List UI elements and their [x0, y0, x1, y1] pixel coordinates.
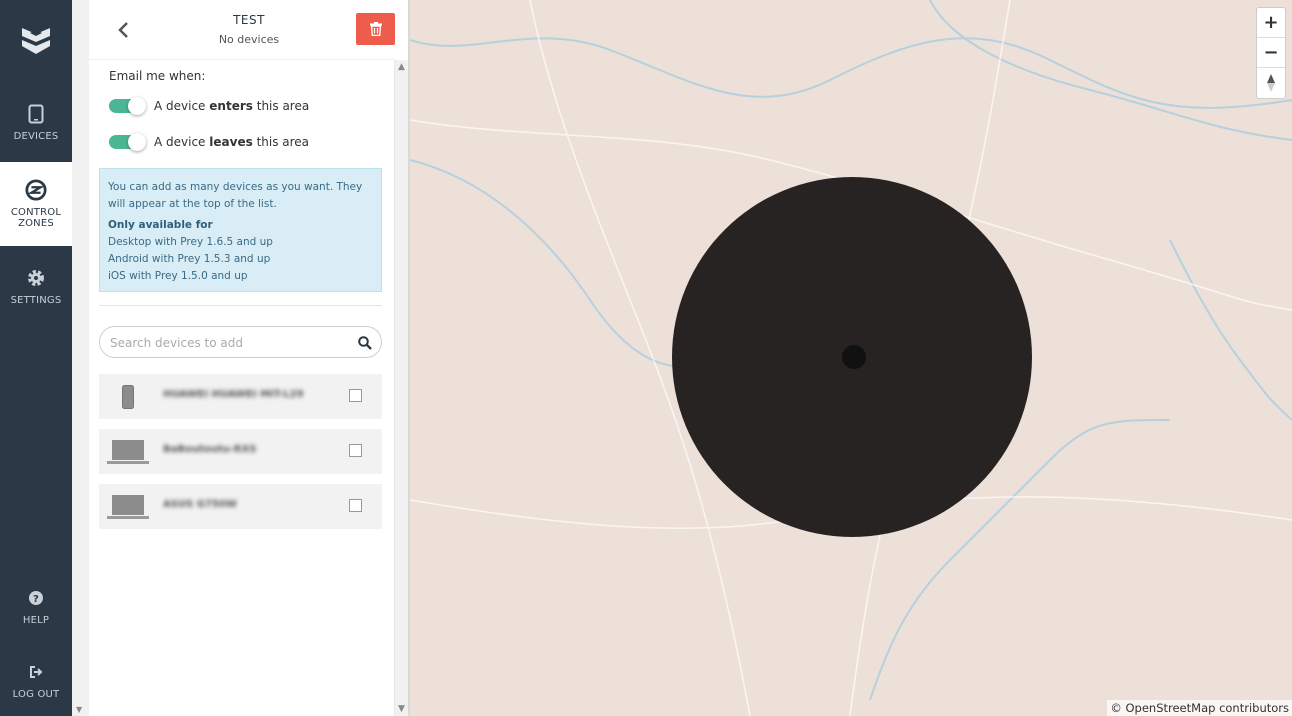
chevron-left-icon	[118, 22, 128, 38]
gear-icon	[25, 267, 47, 289]
main-nav: DEVICES CONTROL ZONES SETTINGS ? HELP LO…	[0, 0, 72, 716]
info-line-android: Android with Prey 1.5.3 and up	[108, 253, 271, 265]
prey-logo-icon[interactable]	[0, 0, 72, 80]
laptop-icon	[107, 493, 149, 521]
panel-scrollbar[interactable]: ▲ ▼	[394, 60, 409, 716]
nav-devices-label: DEVICES	[13, 130, 59, 142]
device-item[interactable]: BaBoutoutu-RXS	[99, 429, 382, 474]
nav-zones-label-2: ZONES	[18, 218, 54, 229]
zone-status: No devices	[218, 33, 280, 46]
scroll-down-icon[interactable]: ▼	[398, 704, 405, 714]
phone-icon	[107, 383, 149, 411]
device-checkbox[interactable]	[349, 499, 362, 512]
delete-zone-button[interactable]	[356, 13, 395, 45]
info-text: You can add as many devices as you want.…	[108, 181, 363, 210]
zoom-out-button[interactable]: −	[1257, 38, 1285, 68]
notify-enter-suffix: this area	[256, 99, 310, 113]
zoom-controls: + −	[1256, 7, 1286, 99]
info-line-ios: iOS with Prey 1.5.0 and up	[108, 270, 248, 282]
map-tiles	[410, 0, 1292, 716]
compass-button[interactable]	[1257, 68, 1285, 98]
notify-leave-keyword: leaves	[209, 135, 253, 149]
nav-control-zones[interactable]: CONTROL ZONES	[0, 162, 72, 246]
notify-enter-row: A device enters this area	[109, 96, 309, 116]
notify-leave-row: A device leaves this area	[109, 132, 309, 152]
laptop-icon	[107, 438, 149, 466]
notify-enter-prefix: A device	[154, 99, 206, 113]
map-view[interactable]	[410, 0, 1292, 716]
availability-info-box: You can add as many devices as you want.…	[99, 168, 382, 292]
nav-help[interactable]: ? HELP	[0, 576, 72, 636]
notify-enter-keyword: enters	[209, 99, 253, 113]
zone-header: TEST No devices	[89, 0, 395, 60]
zone-panel: TEST No devices Email me when: A device …	[89, 0, 395, 716]
nav-devices[interactable]: DEVICES	[0, 84, 72, 160]
notify-leave-toggle[interactable]	[109, 133, 146, 151]
nav-help-label: HELP	[22, 614, 50, 626]
device-name: ASUS G750W	[163, 499, 237, 510]
logout-icon	[25, 661, 47, 683]
map-attribution[interactable]: © OpenStreetMap contributors	[1107, 700, 1292, 716]
trash-icon	[369, 22, 382, 36]
device-name: BaBoutoutu-RXS	[163, 444, 257, 455]
help-icon: ?	[25, 587, 47, 609]
nav-settings[interactable]: SETTINGS	[0, 248, 72, 324]
email-me-label: Email me when:	[109, 69, 206, 83]
divider	[99, 305, 382, 306]
notify-leave-suffix: this area	[256, 135, 310, 149]
info-heading: Only available for	[108, 219, 213, 231]
device-search	[99, 326, 382, 358]
scroll-down-icon[interactable]: ▼	[76, 705, 82, 714]
notify-leave-prefix: A device	[154, 135, 206, 149]
nav-logout[interactable]: LOG OUT	[0, 650, 72, 710]
nav-zones-label-1: CONTROL	[10, 207, 62, 218]
device-item[interactable]: ASUS G750W	[99, 484, 382, 529]
notify-enter-toggle[interactable]	[109, 97, 146, 115]
device-name: HUAWEI HUAWEI MIT-L29	[163, 389, 304, 400]
scroll-up-icon[interactable]: ▲	[398, 62, 405, 72]
nav-settings-label: SETTINGS	[10, 294, 62, 306]
info-line-desktop: Desktop with Prey 1.6.5 and up	[108, 236, 273, 248]
search-input[interactable]	[110, 334, 350, 352]
zone-title: TEST	[233, 13, 265, 27]
device-checkbox[interactable]	[349, 444, 362, 457]
back-button[interactable]	[117, 20, 131, 40]
device-item[interactable]: HUAWEI HUAWEI MIT-L29	[99, 374, 382, 419]
device-checkbox[interactable]	[349, 389, 362, 402]
zoom-in-button[interactable]: +	[1257, 8, 1285, 38]
nav-logout-label: LOG OUT	[12, 688, 60, 700]
control-zones-icon	[25, 179, 47, 201]
tablet-icon	[25, 103, 47, 125]
svg-text:?: ?	[33, 594, 39, 605]
compass-icon	[1267, 74, 1275, 92]
search-icon[interactable]	[358, 335, 372, 354]
nav-scrollbar[interactable]: ▼	[72, 0, 89, 716]
